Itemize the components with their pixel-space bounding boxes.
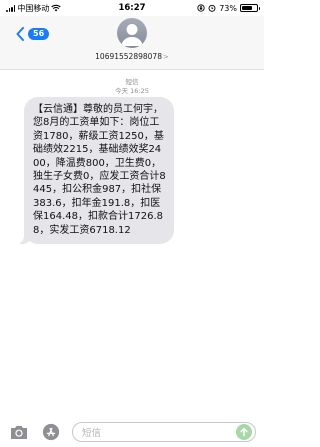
contact-number: 10691552898078 [95,52,162,61]
camera-icon [11,426,27,439]
send-button[interactable] [236,424,252,440]
battery-icon [240,4,260,12]
conversation-header: 56 10691552898078> [0,16,264,70]
message-text: 【云信通】尊敬的员工何宇，您8月的工资单如下：岗位工资1780，薪级工资1250… [33,104,166,236]
app-store-button[interactable] [40,422,62,442]
chevron-left-icon [16,27,24,41]
contact-avatar[interactable] [117,18,147,48]
camera-button[interactable] [8,422,30,442]
message-input[interactable]: 短信 [72,422,256,442]
incoming-message-bubble[interactable]: 【云信通】尊敬的员工何宇，您8月的工资单如下：岗位工资1780，薪级工资1250… [16,97,174,245]
unread-badge: 56 [28,28,50,40]
arrow-up-icon [240,427,248,437]
clock: 16:27 [118,3,146,13]
battery-fill [242,6,253,10]
back-button[interactable]: 56 [16,27,50,41]
chevron-right-icon: > [162,53,169,61]
contact-name[interactable]: 10691552898078> [0,52,264,61]
compose-bar: 短信 [0,417,264,447]
status-bar: 中国移动 16:27 73% [0,0,264,16]
person-icon [121,24,143,46]
message-input-placeholder: 短信 [82,428,102,439]
message-timestamp: 今天 16:25 [115,87,149,95]
app-store-icon [42,423,60,441]
